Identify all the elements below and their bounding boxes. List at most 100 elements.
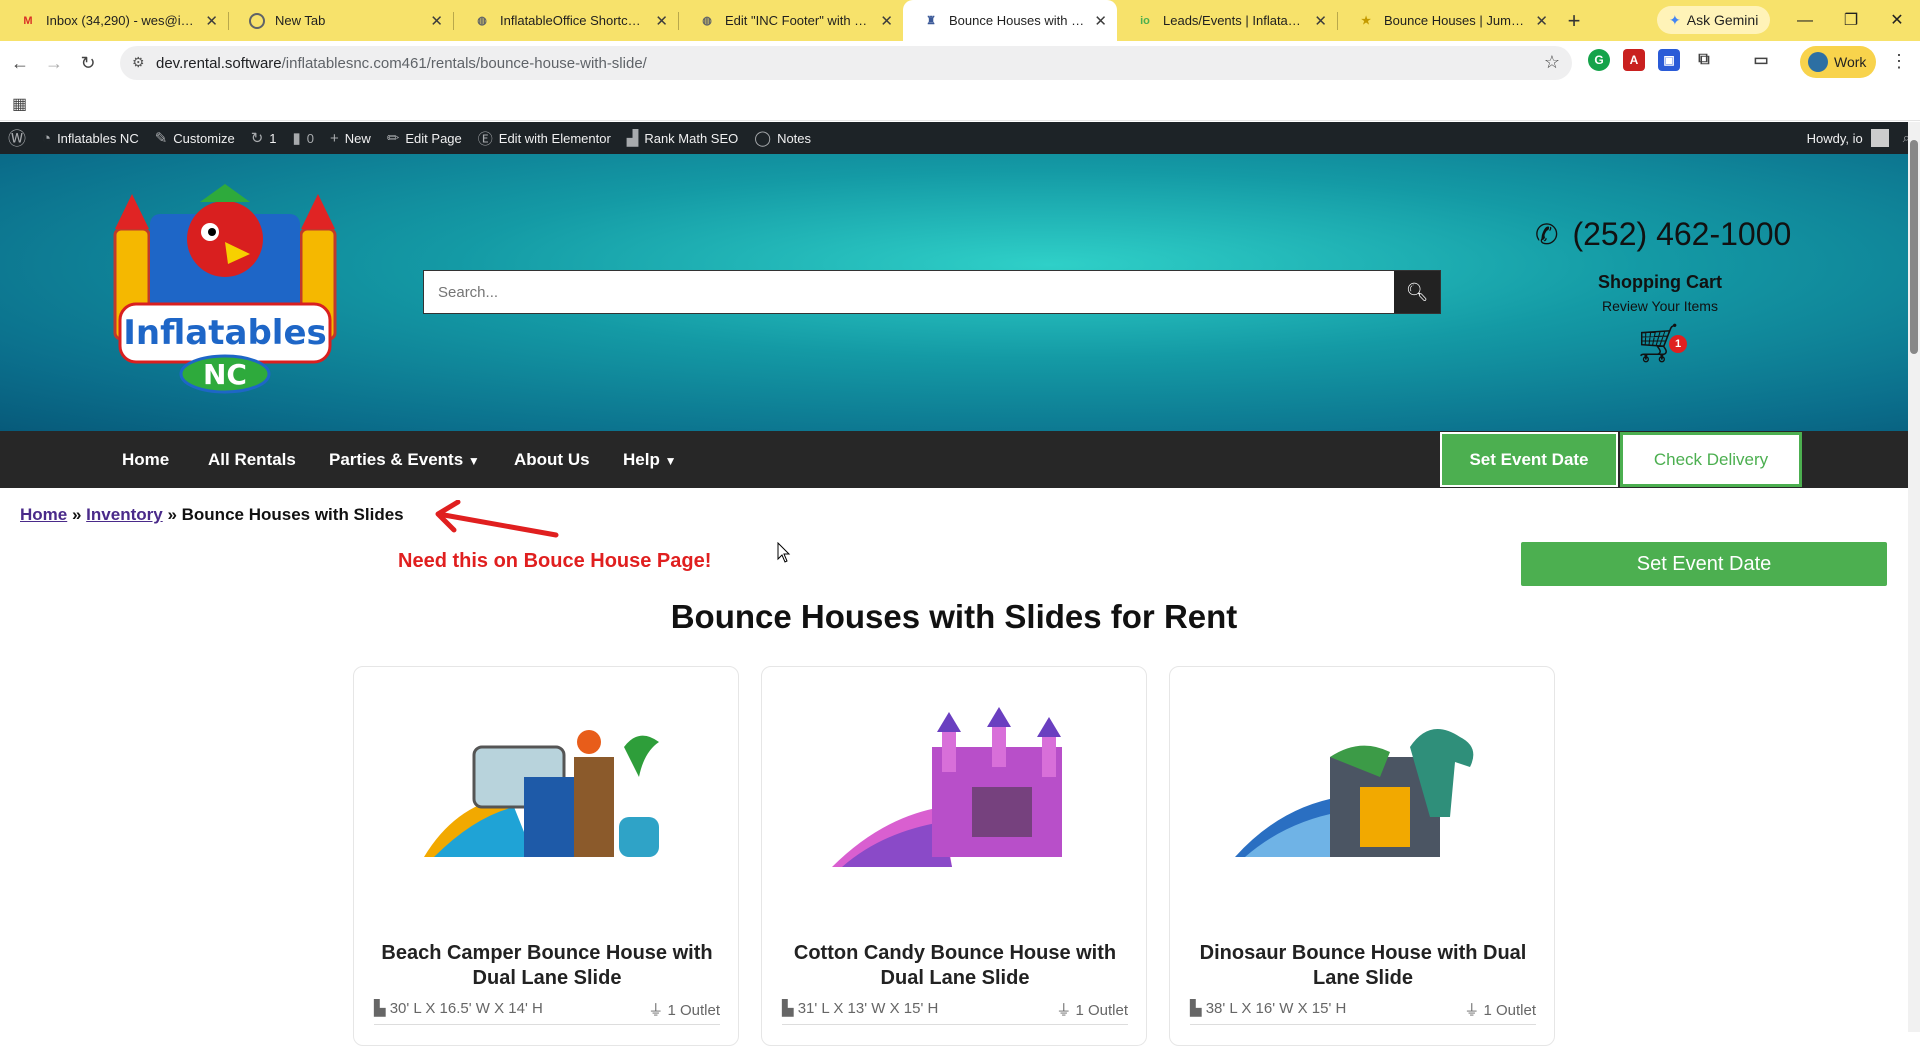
search-button[interactable]: 🔍︎ [1394, 271, 1440, 313]
product-image[interactable] [414, 707, 680, 897]
forward-icon[interactable]: → [40, 53, 68, 74]
ask-gemini-label: Ask Gemini [1686, 12, 1759, 28]
tab-gmail[interactable]: M Inbox (34,290) - wes@inflata ✕ [0, 0, 228, 41]
nav-help[interactable]: Help ▼ [623, 431, 676, 490]
close-icon[interactable]: ✕ [655, 12, 668, 30]
site-info-icon[interactable]: ⚙ [132, 54, 145, 71]
site-icon: ★ [1361, 15, 1371, 27]
tab-new-tab[interactable]: New Tab ✕ [229, 0, 453, 41]
gemini-icon: ✦ [1669, 11, 1681, 28]
cast-icon[interactable]: ▭ [1750, 49, 1772, 71]
tab-leads-events[interactable]: io Leads/Events | InflatableOffic ✕ [1117, 0, 1337, 41]
wp-rank-math[interactable]: ▟ Rank Math SEO [627, 129, 738, 147]
inflatables-nc-logo[interactable]: Inflatables NC [110, 184, 340, 394]
menu-icon[interactable]: ⋮ [1890, 51, 1908, 72]
address-bar[interactable]: ⚙ dev.rental.software/inflatablesnc.com4… [120, 46, 1572, 80]
bookmark-star-icon[interactable]: ☆ [1544, 52, 1560, 73]
gmail-icon: M [23, 14, 33, 27]
apps-grid-icon[interactable]: ▦ [12, 94, 27, 114]
grammarly-icon[interactable]: G [1588, 49, 1610, 71]
brush-icon: ✎ [154, 130, 168, 147]
tab-shortcoder[interactable]: ◍ InflatableOffice Shortcoder - ✕ [454, 0, 678, 41]
svg-text:NC: NC [203, 358, 247, 391]
wp-new[interactable]: + New [330, 130, 371, 147]
product-card[interactable]: Cotton Candy Bounce House with Dual Lane… [761, 666, 1147, 1046]
set-event-date-button[interactable]: Set Event Date [1521, 542, 1887, 586]
nav-check-delivery-button[interactable]: Check Delivery [1620, 432, 1802, 487]
product-name[interactable]: Beach Camper Bounce House with Dual Lane… [364, 941, 730, 991]
close-icon[interactable]: ✕ [880, 12, 893, 30]
tab-title: Bounce Houses | Jumping Ja [1384, 13, 1527, 28]
elementor-icon: Ⓔ [477, 130, 493, 148]
updates-icon: ↻ [250, 130, 264, 147]
wp-notes[interactable]: ◯ Notes [754, 129, 811, 147]
product-image[interactable] [1230, 707, 1496, 897]
notes-icon: ◯ [754, 130, 772, 147]
nav-parties-events[interactable]: Parties & Events ▼ [329, 431, 480, 490]
globe-icon: ◍ [702, 15, 712, 27]
close-icon[interactable]: ✕ [1535, 12, 1548, 30]
nav-home[interactable]: Home [122, 431, 169, 488]
phone-icon: ✆ [1535, 219, 1559, 250]
globe-icon: ◍ [477, 15, 487, 27]
site-header: Inflatables NC 🔍︎ ✆ (252) 462-1000 Shopp… [0, 154, 1908, 431]
window-controls: — ❐ ✕ [1782, 0, 1920, 41]
reload-icon[interactable]: ↻ [74, 53, 102, 74]
product-card[interactable]: Beach Camper Bounce House with Dual Lane… [353, 666, 739, 1046]
ruler-icon: ▙ [782, 1000, 794, 1017]
breadcrumb-home-link[interactable]: Home [20, 505, 67, 524]
comment-icon: ▮ [292, 130, 301, 147]
puzzle-icon[interactable]: ⧉ [1693, 49, 1715, 71]
wp-customize[interactable]: ✎ Customize [155, 129, 235, 147]
close-icon[interactable]: ✕ [430, 12, 443, 30]
wordpress-icon[interactable]: Ⓦ [8, 125, 26, 151]
pencil-icon: ✏ [386, 130, 400, 147]
product-name[interactable]: Cotton Candy Bounce House with Dual Lane… [772, 941, 1138, 991]
nav-set-event-date-button[interactable]: Set Event Date [1440, 432, 1618, 487]
wp-edit-elementor[interactable]: Ⓔ Edit with Elementor [478, 128, 611, 149]
scrollbar-thumb[interactable] [1910, 140, 1918, 354]
tab-jumping[interactable]: ★ Bounce Houses | Jumping Ja ✕ [1338, 0, 1558, 41]
ruler-icon: ▙ [374, 1000, 386, 1017]
caret-down-icon: ▼ [467, 454, 480, 468]
annotation-arrow [435, 500, 559, 538]
extension-icon[interactable]: ▣ [1658, 49, 1680, 71]
restore-icon[interactable]: ❐ [1828, 0, 1874, 41]
page-title: Bounce Houses with Slides for Rent [670, 598, 1238, 635]
close-window-icon[interactable]: ✕ [1874, 0, 1920, 41]
close-icon[interactable]: ✕ [205, 12, 218, 30]
minimize-icon[interactable]: — [1782, 0, 1828, 41]
product-image[interactable] [822, 707, 1088, 897]
product-name[interactable]: Dinosaur Bounce House with Dual Lane Sli… [1180, 941, 1546, 991]
avatar [1808, 52, 1828, 72]
tab-bounce-houses-active[interactable]: ♜ Bounce Houses with Slides R ✕ [903, 0, 1117, 41]
close-icon[interactable]: ✕ [1314, 12, 1327, 30]
back-icon[interactable]: ← [6, 53, 34, 74]
site-search: 🔍︎ [423, 270, 1441, 314]
wp-site-name[interactable]: ◔ Inflatables NC [42, 130, 139, 147]
profile-button[interactable]: Work [1800, 46, 1876, 78]
breadcrumb-current: Bounce Houses with Slides [181, 505, 404, 524]
ask-gemini-button[interactable]: ✦ Ask Gemini [1657, 6, 1771, 34]
breadcrumb-inventory-link[interactable]: Inventory [86, 505, 163, 524]
browser-toolbar: ← → ↻ ⚙ dev.rental.software/inflatablesn… [0, 41, 1920, 85]
ruler-icon: ▙ [1190, 1000, 1202, 1017]
product-specs: ▙ 38' L X 16' W X 15' H ⏚ 1 Outlet [1190, 999, 1536, 1025]
tab-elementor[interactable]: ◍ Edit "INC Footer" with Eleme ✕ [679, 0, 903, 41]
nav-all-rentals[interactable]: All Rentals [208, 431, 296, 488]
wp-comments[interactable]: ▮ 0 [293, 129, 315, 147]
wp-updates[interactable]: ↻ 1 [251, 129, 277, 147]
howdy-user[interactable]: Howdy, io [1807, 131, 1863, 146]
tab-title: Inbox (34,290) - wes@inflata [46, 13, 198, 28]
cart-title[interactable]: Shopping Cart [1560, 272, 1760, 293]
new-tab-button[interactable]: + [1558, 8, 1590, 34]
search-input[interactable] [424, 271, 1394, 313]
wp-edit-page[interactable]: ✏ Edit Page [387, 129, 462, 147]
product-card[interactable]: Dinosaur Bounce House with Dual Lane Sli… [1169, 666, 1555, 1046]
nav-about-us[interactable]: About Us [514, 431, 590, 488]
close-icon[interactable]: ✕ [1094, 12, 1107, 30]
cart-subtitle: Review Your Items [1602, 298, 1718, 314]
search-icon: 🔍︎ [1405, 281, 1429, 302]
phone-link[interactable]: ✆ (252) 462-1000 [1535, 216, 1791, 253]
pdf-icon[interactable]: A [1623, 49, 1645, 71]
